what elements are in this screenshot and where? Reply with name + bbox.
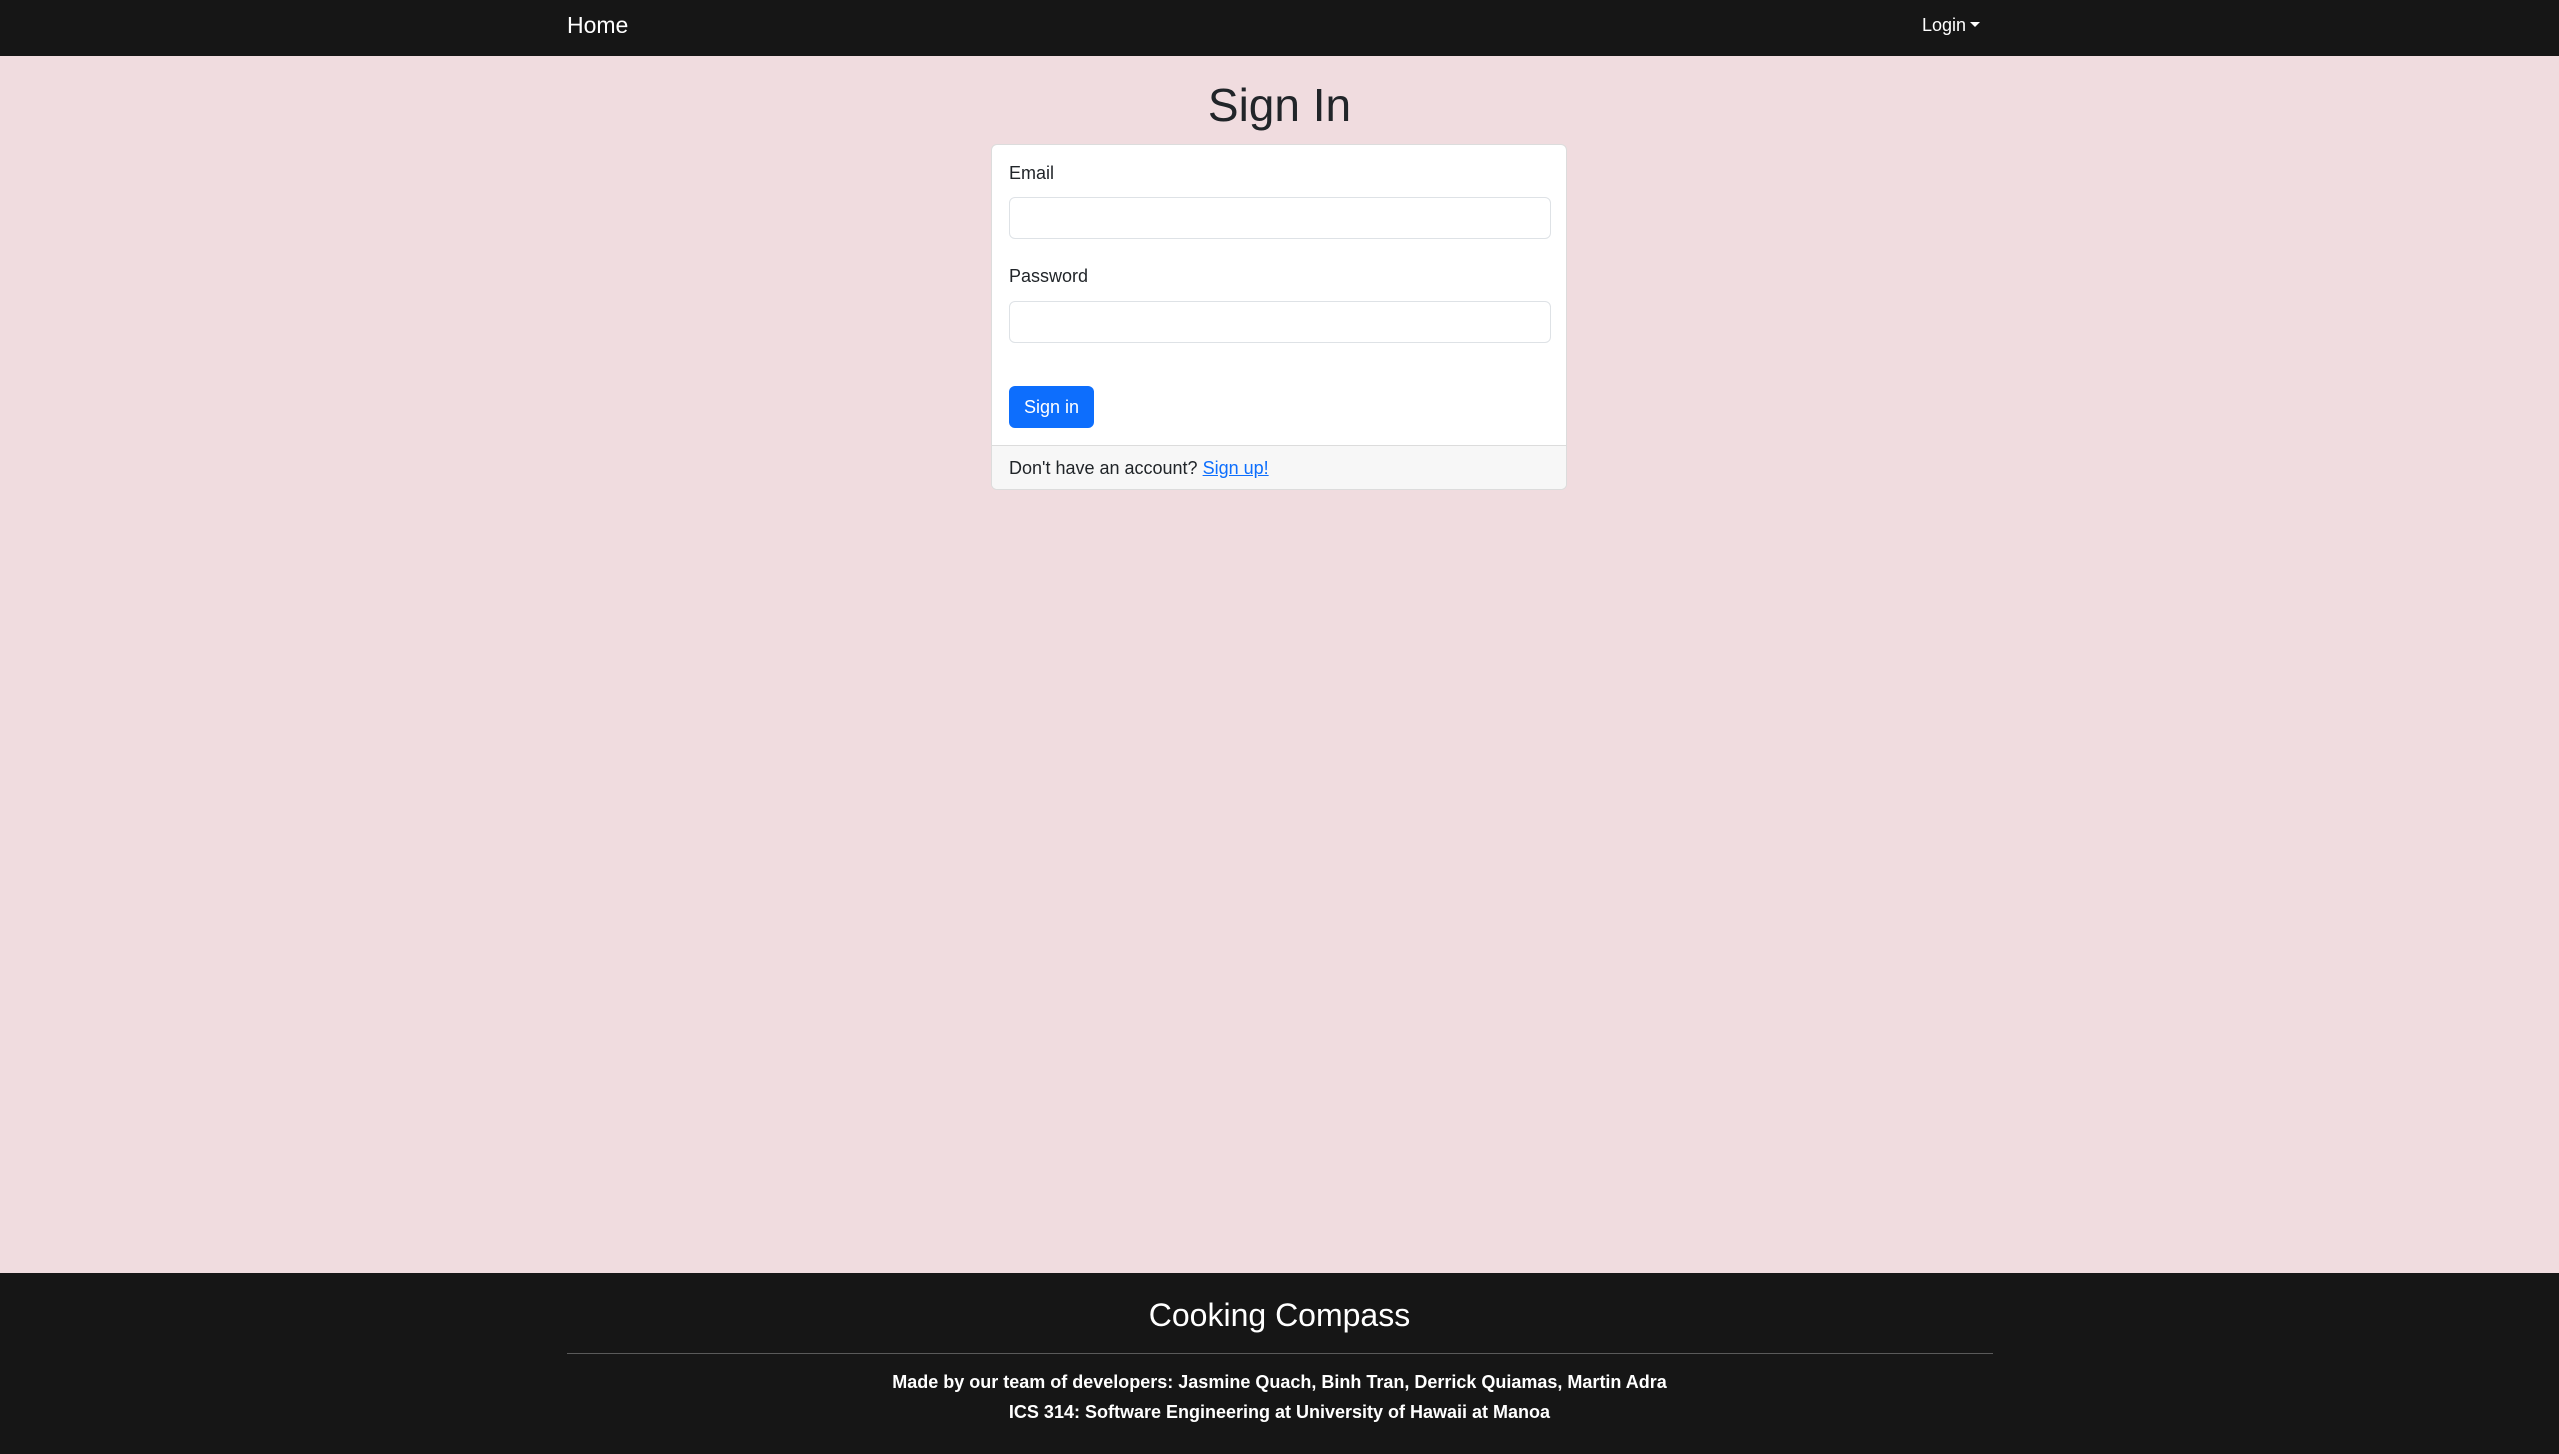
- password-label: Password: [1009, 266, 1089, 286]
- home-link[interactable]: Home: [567, 0, 628, 50]
- page-title: Sign In: [1207, 79, 1352, 131]
- top-navbar: Home Login: [0, 0, 2559, 56]
- email-label: Email: [1009, 163, 1055, 183]
- email-field[interactable]: [1009, 197, 1551, 239]
- login-label: Login: [1922, 15, 1967, 35]
- password-field[interactable]: [1009, 301, 1551, 343]
- card-footer: Don't have an account? Sign up!: [992, 445, 1566, 489]
- sign-in-button[interactable]: Sign in: [1009, 386, 1094, 428]
- signin-card: Email Password Sign in Don't have an acc…: [991, 144, 1567, 490]
- login-dropdown[interactable]: Login: [1922, 0, 1981, 50]
- footer-title: Cooking Compass: [1148, 1297, 1411, 1333]
- page-footer: Cooking Compass Made by our team of deve…: [0, 1273, 2559, 1454]
- footer-credits: Made by our team of developers: Jasmine …: [892, 1372, 1667, 1392]
- caret-down-icon: [1970, 22, 1981, 28]
- signup-link[interactable]: Sign up!: [1203, 458, 1269, 478]
- no-account-text: Don't have an account?: [1009, 458, 1198, 478]
- footer-divider: [567, 1353, 1993, 1354]
- footer-course: ICS 314: Software Engineering at Univers…: [1008, 1402, 1551, 1422]
